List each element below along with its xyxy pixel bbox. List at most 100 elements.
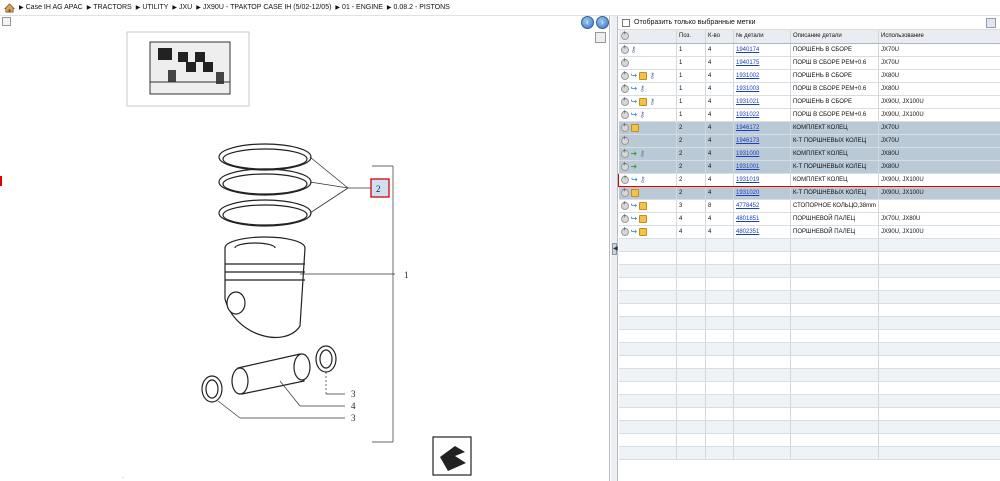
column-header[interactable]: Описание детали — [790, 30, 879, 44]
expand-row-icon[interactable] — [620, 96, 629, 106]
package-icon[interactable] — [639, 227, 648, 236]
table-row[interactable]: ↪⚷241931019КОМПЛЕКТ КОЛЕЦJX90U, JX100U — [618, 172, 1000, 187]
green-arrow-icon[interactable]: ➜ — [631, 149, 638, 158]
expand-row-icon[interactable] — [620, 161, 629, 171]
replace-arrow-icon[interactable]: ↪ — [631, 71, 638, 80]
wrench-icon[interactable]: ⚷ — [639, 84, 645, 93]
table-row[interactable]: ↪⚷141931003ПОРШ В СБОРЕ РЕМ+0.6JX80U — [618, 82, 1000, 96]
breadcrumb-item[interactable]: ▶ JX90U - ТРАКТОР CASE IH (5/02-12/05) — [196, 4, 331, 11]
part-number-link[interactable]: 1931020 — [733, 186, 791, 200]
part-number-link[interactable]: 1931002 — [733, 69, 791, 83]
part-number-link[interactable]: 1931019 — [733, 172, 791, 187]
wrench-icon[interactable]: ⚷ — [639, 149, 645, 158]
part-number-link[interactable]: 1946172 — [733, 121, 791, 135]
expand-row-icon[interactable] — [620, 57, 629, 67]
part-number-link[interactable]: 1940175 — [733, 56, 791, 70]
green-arrow-icon[interactable]: ➜ — [631, 162, 638, 171]
collapse-grip-icon[interactable]: ◀ — [612, 243, 618, 255]
wrench-icon[interactable]: ⚷ — [649, 71, 655, 80]
column-header[interactable]: Использование — [878, 30, 1000, 44]
part-number-link[interactable]: 4802351 — [733, 225, 791, 239]
table-row[interactable]: ↪⚷141931022ПОРШ В СБОРЕ РЕМ+0.6JX90U, JX… — [618, 108, 1000, 122]
callout-1[interactable]: 1 — [404, 270, 409, 280]
table-row[interactable]: ↪⚷141931021ПОРШЕНЬ В СБОРЕJX90U, JX100U — [618, 95, 1000, 109]
expand-row-icon[interactable] — [620, 109, 629, 119]
table-row[interactable]: 141940175ПОРШ В СБОРЕ РЕМ+0.6JX70U — [618, 56, 1000, 70]
wrench-icon[interactable]: ⚷ — [649, 97, 655, 106]
package-icon[interactable] — [639, 97, 648, 106]
table-row[interactable]: ➜⚷241931000КОМПЛЕКТ КОЛЕЦJX80U — [618, 147, 1000, 161]
breadcrumb-item[interactable]: ▶ TRACTORS — [87, 4, 132, 11]
package-icon[interactable] — [639, 214, 648, 223]
export-icon[interactable] — [986, 18, 996, 28]
expand-row-icon[interactable] — [620, 226, 629, 236]
expand-all-icon[interactable] — [620, 30, 629, 41]
breadcrumb-item[interactable]: ▶ 0.08.2 - PISTONS — [387, 4, 450, 11]
replace-arrow-icon[interactable]: ↪ — [631, 110, 638, 119]
part-number-link[interactable]: 1931021 — [733, 95, 791, 109]
part-number-link[interactable]: 1940174 — [733, 43, 791, 57]
package-icon[interactable] — [639, 201, 648, 210]
wrench-icon[interactable]: ⚷ — [631, 45, 637, 54]
package-icon[interactable] — [630, 188, 639, 197]
next-sheet-icon[interactable] — [432, 436, 472, 476]
empty-cell — [790, 381, 879, 395]
expand-row-icon[interactable] — [620, 70, 629, 80]
part-number-link[interactable]: 1931000 — [733, 147, 791, 161]
column-header[interactable]: Поз. — [676, 30, 706, 44]
engine-thumbnail[interactable] — [126, 31, 250, 107]
replace-arrow-icon[interactable]: ↪ — [631, 84, 638, 93]
breadcrumb-item[interactable]: ▶ JXU — [172, 4, 192, 11]
column-header[interactable]: № детали — [733, 30, 791, 44]
replace-arrow-icon[interactable]: ↪ — [631, 227, 638, 236]
part-number-link[interactable]: 1931003 — [733, 82, 791, 96]
expand-row-icon[interactable] — [620, 200, 629, 210]
show-selected-checkbox[interactable] — [622, 18, 630, 27]
callout-3-upper[interactable]: 3 — [351, 389, 356, 399]
expand-row-icon[interactable] — [620, 44, 629, 54]
part-number-link[interactable]: 1946173 — [733, 134, 791, 148]
part-number-link[interactable]: 1931022 — [733, 108, 791, 122]
replace-arrow-icon[interactable]: ↪ — [631, 201, 638, 210]
replace-arrow-icon[interactable]: ↪ — [631, 97, 638, 106]
table-row[interactable]: 241946172КОМПЛЕКТ КОЛЕЦJX70U — [618, 121, 1000, 135]
callout-2[interactable]: 2 — [376, 184, 381, 194]
expand-row-icon[interactable] — [620, 122, 629, 132]
expand-row-icon[interactable] — [620, 187, 629, 197]
breadcrumb-item[interactable]: ▶ 01 - ENGINE — [335, 4, 382, 11]
part-number-link[interactable]: 4801851 — [733, 212, 791, 226]
table-row[interactable]: ↪⚷141931002ПОРШЕНЬ В СБОРЕJX80U — [618, 69, 1000, 83]
expand-row-icon[interactable] — [620, 148, 629, 158]
table-row[interactable]: 241931020К-Т ПОРШНЕВЫХ КОЛЕЦJX90U, JX100… — [618, 186, 1000, 200]
pane-splitter[interactable]: ◀ — [611, 16, 618, 481]
replace-arrow-icon[interactable]: ↪ — [631, 175, 638, 184]
breadcrumb-item[interactable]: ▶ UTILITY — [136, 4, 169, 11]
expand-row-icon[interactable] — [620, 213, 629, 223]
table-row[interactable]: ➜ 241931001К-Т ПОРШНЕВЫХ КОЛЕЦJX80U — [618, 160, 1000, 174]
table-row[interactable]: ↪ 384778452СТОПОРНОЕ КОЛЬЦО,38mm ID — [618, 199, 1000, 213]
part-number-link[interactable]: 4778452 — [733, 199, 791, 213]
breadcrumb-label: JXU — [179, 4, 193, 11]
column-header[interactable] — [618, 30, 677, 44]
table-row[interactable]: ⚷ 141940174ПОРШЕНЬ В СБОРЕJX70U — [618, 43, 1000, 57]
empty-cell — [676, 381, 706, 395]
callout-4[interactable]: 4 — [351, 401, 356, 411]
wrench-icon[interactable]: ⚷ — [640, 175, 646, 184]
package-icon[interactable] — [630, 123, 639, 132]
expand-row-icon[interactable] — [620, 135, 629, 145]
breadcrumb-item[interactable]: ▶ Case IH AG APAC — [19, 4, 83, 11]
table-row[interactable]: ↪444801851ПОРШНЕВОЙ ПАЛЕЦJX70U, JX80U — [618, 212, 1000, 226]
expand-row-icon[interactable] — [621, 174, 629, 184]
table-row[interactable]: 241946173К-Т ПОРШНЕВЫХ КОЛЕЦJX70U — [618, 134, 1000, 148]
home-icon[interactable] — [4, 2, 15, 13]
table-row[interactable]: ↪444802351ПОРШНЕВОЙ ПАЛЕЦJX90U, JX100U — [618, 225, 1000, 239]
empty-cell — [676, 420, 706, 434]
expand-row-icon[interactable] — [620, 83, 629, 93]
part-number-link[interactable]: 1931001 — [733, 160, 791, 174]
callout-3-lower[interactable]: 3 — [351, 413, 356, 423]
empty-cell — [705, 342, 734, 356]
replace-arrow-icon[interactable]: ↪ — [631, 214, 638, 223]
column-header[interactable]: К-во — [705, 30, 734, 44]
wrench-icon[interactable]: ⚷ — [639, 110, 645, 119]
package-icon[interactable] — [639, 71, 648, 80]
